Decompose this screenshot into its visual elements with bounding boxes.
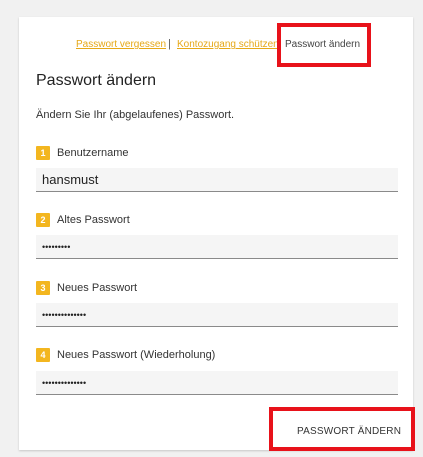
step-badge-2: 2 bbox=[36, 213, 50, 227]
old-password-label: 2 Altes Passwort bbox=[36, 212, 130, 228]
old-password-field[interactable]: ••••••••• bbox=[36, 235, 398, 259]
highlight-box-nav bbox=[277, 23, 371, 67]
username-label-text: Benutzername bbox=[57, 147, 129, 159]
step-badge-3: 3 bbox=[36, 281, 50, 295]
highlight-box-submit bbox=[269, 407, 415, 451]
username-field[interactable]: hansmust bbox=[36, 168, 398, 192]
new-password-label: 3 Neues Passwort bbox=[36, 280, 137, 296]
username-label: 1 Benutzername bbox=[36, 145, 129, 161]
forgot-password-link[interactable]: Passwort vergessen bbox=[76, 39, 166, 50]
repeat-password-field[interactable]: •••••••••••••• bbox=[36, 371, 398, 395]
new-password-label-text: Neues Passwort bbox=[57, 282, 138, 294]
page-title: Passwort ändern bbox=[36, 72, 157, 89]
password-change-card: Passwort vergessen | Kontozugang schütze… bbox=[19, 17, 413, 450]
page-description: Ändern Sie Ihr (abgelaufenes) Passwort. bbox=[36, 109, 235, 121]
step-badge-4: 4 bbox=[36, 348, 50, 362]
old-password-label-text: Altes Passwort bbox=[57, 214, 130, 226]
new-password-field[interactable]: •••••••••••••• bbox=[36, 303, 398, 327]
repeat-password-label-text: Neues Passwort (Wiederholung) bbox=[57, 349, 216, 361]
nav-separator: | bbox=[168, 38, 171, 50]
repeat-password-label: 4 Neues Passwort (Wiederholung) bbox=[36, 347, 215, 363]
protect-account-link[interactable]: Kontozugang schützen bbox=[177, 39, 279, 50]
step-badge-1: 1 bbox=[36, 146, 50, 160]
